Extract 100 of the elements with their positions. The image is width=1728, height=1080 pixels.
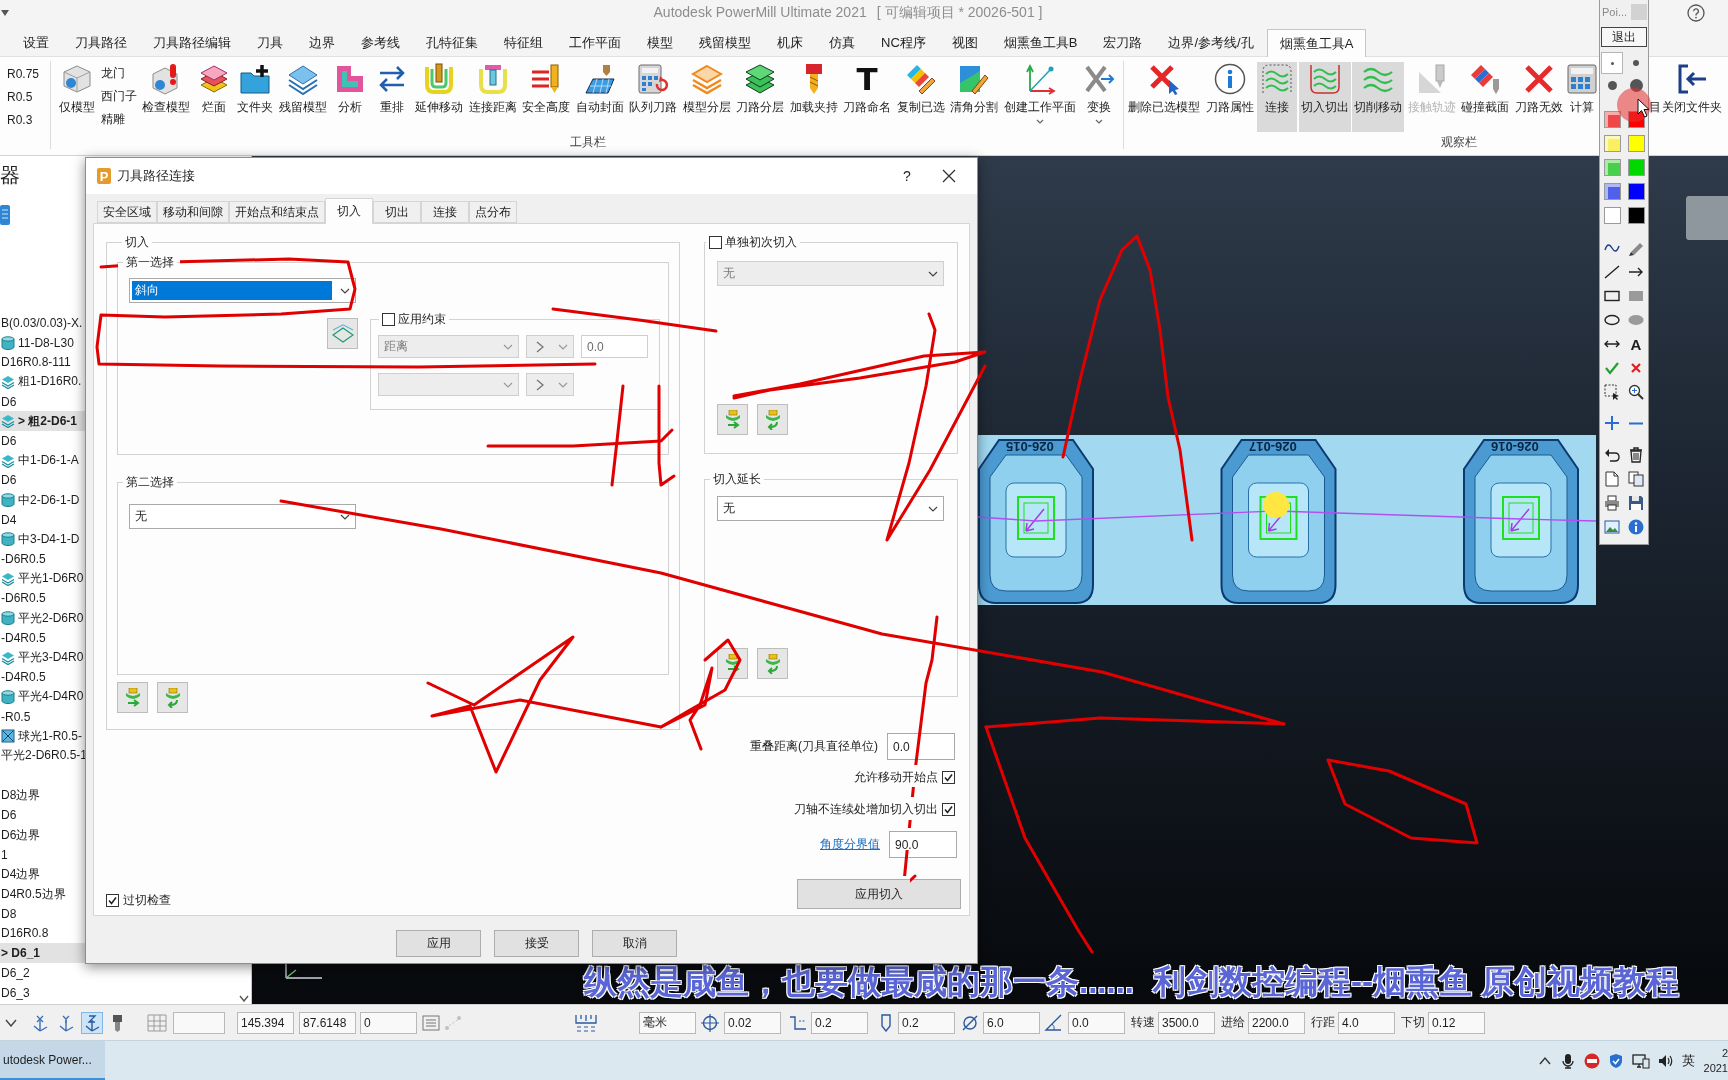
menu-tab[interactable]: 边界/参考线/孔: [1155, 29, 1267, 56]
menu-tab[interactable]: 烟熏鱼工具B: [990, 29, 1091, 56]
tree-item[interactable]: 粗1-D16R0.: [0, 372, 251, 392]
ribbon-button[interactable]: 关闭文件夹: [1662, 62, 1722, 132]
color-swatch[interactable]: [1627, 182, 1645, 200]
tree-item[interactable]: 平光2-D6R0: [0, 608, 251, 628]
ribbon-button[interactable]: 重排: [371, 62, 412, 132]
tree-item[interactable]: 11-D8-L30: [0, 332, 251, 353]
value-field[interactable]: 90.0: [889, 831, 957, 858]
tree-item[interactable]: 平光1-D6R0: [0, 568, 251, 589]
ribbon-button[interactable]: 文件夹: [235, 62, 275, 132]
compare-button[interactable]: [526, 373, 574, 396]
ribbon-button[interactable]: 分析: [330, 62, 370, 132]
dialog-tab[interactable]: 连接: [421, 201, 469, 223]
color-swatch[interactable]: [1627, 158, 1645, 176]
apply-lead-in-button[interactable]: 应用切入: [797, 879, 961, 909]
tree-item[interactable]: 球光1-R0.5-: [0, 726, 251, 747]
ribbon-button[interactable]: 烂面: [193, 62, 234, 132]
ribbon-button[interactable]: 模型分层: [680, 62, 733, 132]
input-language[interactable]: 英: [1682, 1051, 1695, 1070]
ribbon-button[interactable]: 目: [1648, 62, 1661, 132]
value-field[interactable]: 0.12: [1428, 1011, 1485, 1034]
ribbon-button[interactable]: 队列刀路: [627, 62, 679, 132]
menu-tab[interactable]: 工作平面: [556, 29, 634, 56]
option-button[interactable]: 龙门: [98, 62, 127, 85]
color-swatch[interactable]: [1627, 206, 1645, 224]
radius-button[interactable]: R0.5: [5, 85, 35, 108]
checkbox[interactable]: [942, 803, 955, 816]
menu-tab[interactable]: 仿真: [816, 29, 868, 56]
menu-tab[interactable]: 残留模型: [686, 29, 764, 56]
checkbox[interactable]: [106, 894, 119, 907]
dropdown[interactable]: 无: [129, 504, 356, 529]
ribbon-button[interactable]: 切入切出: [1298, 62, 1351, 132]
coordinate-field[interactable]: 0: [360, 1011, 417, 1034]
tree-item[interactable]: 平光4-D4R0: [0, 687, 251, 707]
value-field[interactable]: 4.0: [1338, 1011, 1395, 1034]
menu-tab[interactable]: 孔特征集: [413, 29, 491, 56]
ribbon-button[interactable]: 切削移动: [1352, 62, 1404, 132]
tool-button[interactable]: A: [1625, 333, 1647, 355]
value-field[interactable]: 0.02: [724, 1011, 781, 1034]
ribbon-button[interactable]: 检查模型: [140, 62, 192, 132]
compare-button[interactable]: [526, 335, 574, 358]
ribbon-button[interactable]: 清角分割: [948, 62, 1000, 132]
ribbon-button[interactable]: 碰撞截面: [1459, 62, 1511, 132]
value-field[interactable]: 0.2: [811, 1011, 868, 1034]
dialog-tab[interactable]: 切入: [325, 198, 373, 224]
input-field[interactable]: [173, 1011, 225, 1034]
ribbon-button[interactable]: 刀路分层: [734, 62, 786, 132]
dialog-tab[interactable]: 开始点和结束点: [229, 201, 325, 223]
color-swatch[interactable]: [1627, 134, 1645, 152]
ribbon-button[interactable]: T 刀路命名: [841, 62, 893, 132]
option-button[interactable]: 精雕: [98, 108, 127, 131]
menu-tab[interactable]: 机床: [764, 29, 816, 56]
menu-tab[interactable]: 刀具: [244, 29, 296, 56]
ribbon-button[interactable]: 刀路属性: [1203, 62, 1256, 132]
value-field[interactable]: 2200.0: [1248, 1011, 1305, 1034]
coordinate-field[interactable]: 145.394: [237, 1011, 294, 1034]
tree-item[interactable]: D6_3: [0, 982, 251, 1003]
tree-item[interactable]: 中1-D6-1-A: [0, 450, 251, 471]
menu-tab[interactable]: 边界: [296, 29, 348, 56]
ribbon-button[interactable]: 残留模型: [276, 62, 329, 132]
ribbon-button[interactable]: 刀路无效: [1512, 62, 1565, 132]
dialog-button[interactable]: 取消: [592, 930, 677, 957]
menu-tab[interactable]: 刀具路径: [62, 29, 140, 56]
tree-item[interactable]: 中3-D4-1-D: [0, 529, 251, 550]
view-toggle[interactable]: [81, 1011, 103, 1034]
radius-button[interactable]: R0.75: [5, 62, 42, 85]
coordinate-field[interactable]: 87.6148: [299, 1011, 356, 1034]
dialog-tab[interactable]: 移动和间隙: [157, 201, 229, 223]
value-field[interactable]: 3500.0: [1158, 1011, 1215, 1034]
ribbon-button[interactable]: 延伸移动: [413, 62, 465, 132]
ribbon-button[interactable]: 自动封面: [573, 62, 626, 132]
dialog-tab[interactable]: 安全区域: [97, 201, 157, 223]
dialog-tab[interactable]: 切出: [373, 201, 421, 223]
color-swatch[interactable]: [1603, 110, 1621, 128]
menu-tab[interactable]: 特征组: [491, 29, 556, 56]
help-button[interactable]: ?: [893, 162, 921, 190]
menu-tab[interactable]: 视图: [938, 29, 991, 56]
option-button[interactable]: 西门子: [98, 85, 139, 108]
ribbon-button[interactable]: 连接: [1257, 62, 1297, 132]
color-swatch[interactable]: [1603, 134, 1621, 152]
menu-tab[interactable]: 设置: [10, 29, 62, 56]
checkbox[interactable]: [382, 312, 395, 326]
color-swatch[interactable]: [1603, 182, 1621, 200]
ribbon-button[interactable]: 连接距离: [466, 62, 519, 132]
dialog-button[interactable]: 应用: [396, 930, 481, 957]
ribbon-button[interactable]: 删除已选模型: [1126, 62, 1202, 132]
exit-button[interactable]: 退出: [1601, 27, 1647, 47]
menu-tab[interactable]: 参考线: [348, 29, 413, 56]
menu-tab[interactable]: 烟熏鱼工具A: [1266, 29, 1367, 57]
taskbar-app-button[interactable]: utodesk Power...: [0, 1041, 105, 1080]
color-swatch[interactable]: [1603, 206, 1621, 224]
ribbon-button[interactable]: 创建工作平面: [1001, 62, 1078, 132]
ribbon-button[interactable]: 复制已选: [894, 62, 947, 132]
menu-tab[interactable]: 宏刀路: [1090, 29, 1156, 56]
menu-tab[interactable]: 模型: [634, 29, 686, 56]
menu-tab[interactable]: 刀具路径编辑: [140, 29, 244, 56]
dropdown[interactable]: 无: [717, 496, 944, 521]
value-field[interactable]: 6.0: [983, 1011, 1040, 1034]
ribbon-button[interactable]: 变换: [1079, 62, 1119, 132]
